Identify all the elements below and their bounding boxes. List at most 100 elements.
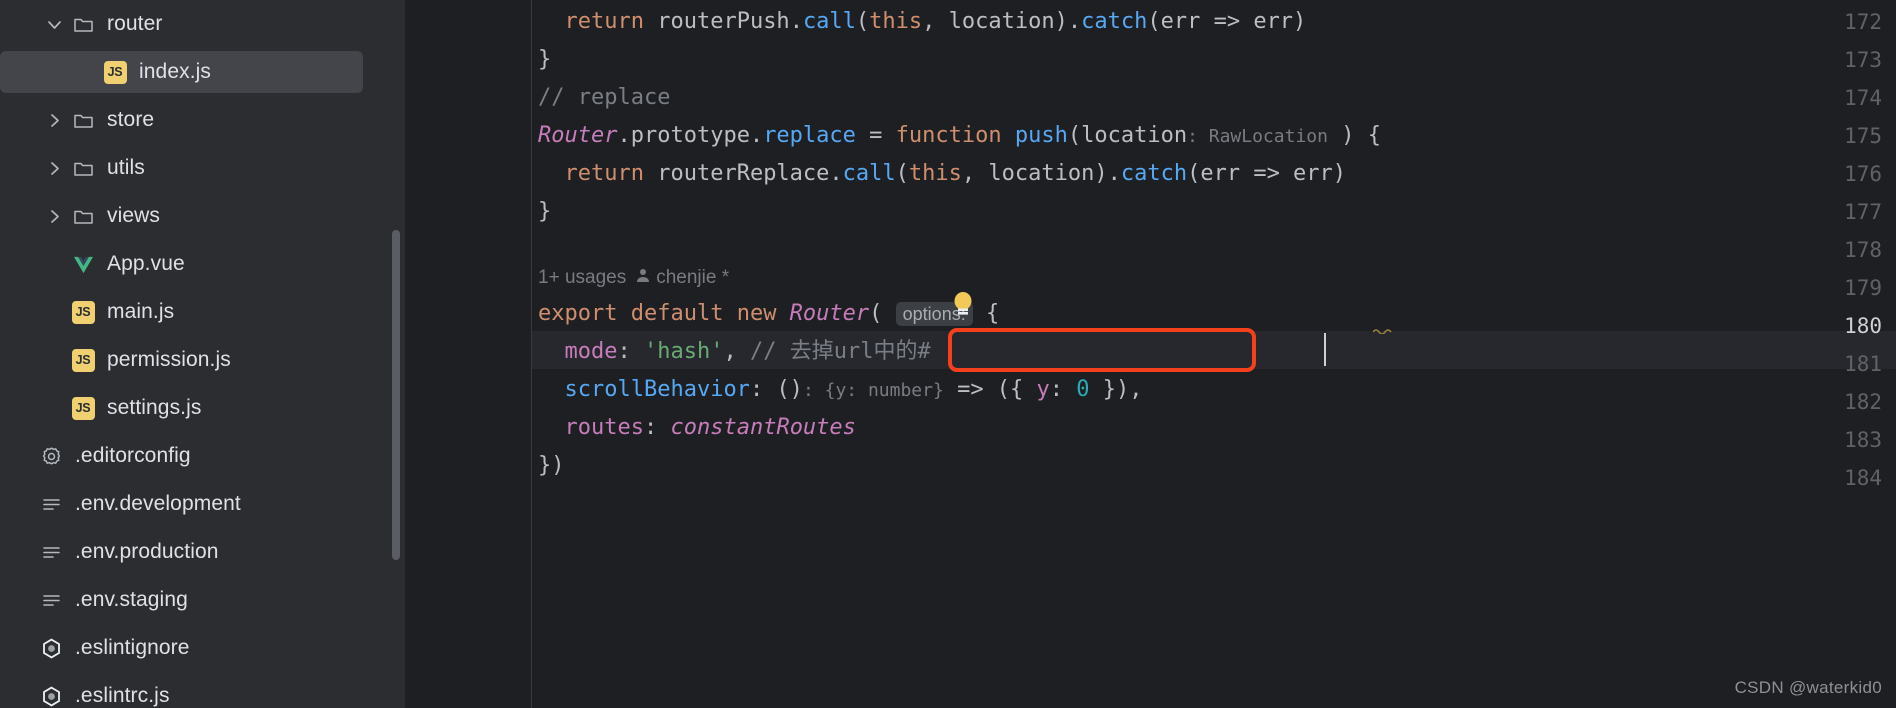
code-line-173[interactable]: } <box>531 41 551 79</box>
lightbulb-icon[interactable] <box>952 291 974 317</box>
sidebar-item-app-vue[interactable]: App.vue <box>0 240 405 288</box>
sidebar-item-label: router <box>107 12 163 35</box>
token-paren: ( <box>895 161 909 186</box>
js-file-icon: JS <box>100 57 130 87</box>
sidebar-item-router[interactable]: router <box>0 0 405 48</box>
sidebar-item-label: .editorconfig <box>75 444 191 467</box>
token-close: ) <box>1054 9 1068 34</box>
code-line-177[interactable]: } <box>531 193 551 231</box>
js-file-icon: JS <box>68 345 98 375</box>
token-comma: , <box>961 161 989 186</box>
token-chinese-comment: // 去掉url中的# <box>749 339 931 364</box>
sidebar-item-env-development[interactable]: .env.development <box>0 480 405 528</box>
token-colon: : <box>617 339 644 364</box>
token-zero: 0 <box>1076 377 1090 402</box>
code-line-175[interactable]: Router.prototype.replace = function push… <box>531 117 1381 155</box>
token-close-brace: }) <box>538 453 565 478</box>
token-identifier: routerReplace <box>643 161 830 186</box>
sidebar-item-editorconfig[interactable]: .editorconfig <box>0 432 405 480</box>
line-number-182[interactable]: 182 <box>1844 383 1882 421</box>
sidebar-item-label: .env.production <box>75 540 219 563</box>
sidebar-item-label: settings.js <box>107 396 202 419</box>
sidebar-item-views[interactable]: views <box>0 192 405 240</box>
token-paren: ( <box>869 301 883 326</box>
author-annotation[interactable]: chenjie * <box>635 262 729 294</box>
sidebar-item-label: utils <box>107 156 145 179</box>
eslint-icon <box>36 633 66 663</box>
project-file-tree[interactable]: router JS index.js store utils views App.vue JS… <box>0 0 405 708</box>
token-hash-string: 'hash' <box>643 339 724 364</box>
token-brace: { <box>972 301 1000 326</box>
chevron-right-icon[interactable] <box>40 154 68 182</box>
sidebar-item-label: .env.staging <box>75 588 188 611</box>
token-comma: , <box>723 339 750 364</box>
line-number-181[interactable]: 181 <box>1844 345 1882 383</box>
token-mode-key: mode <box>564 339 618 364</box>
sidebar-item-main-js[interactable]: JS main.js <box>0 288 405 336</box>
chevron-down-icon[interactable] <box>40 10 68 38</box>
code-line-179[interactable]: export default new Router( options: { <box>531 295 999 333</box>
token-call: call <box>842 161 896 186</box>
sidebar-scrollbar[interactable] <box>392 230 400 560</box>
token-identifier: routerPush <box>643 9 790 34</box>
eslint-icon <box>36 681 66 708</box>
sidebar-item-settings-js[interactable]: JS settings.js <box>0 384 405 432</box>
code-line-181[interactable]: scrollBehavior: (): {y: number} => ({ y:… <box>531 371 1143 409</box>
sidebar-item-label: views <box>107 204 161 227</box>
sidebar-item-eslintignore[interactable]: .eslintignore <box>0 624 405 672</box>
sidebar-item-store[interactable]: store <box>0 96 405 144</box>
sidebar-item-permission-js[interactable]: JS permission.js <box>0 336 405 384</box>
line-number-179[interactable]: 179 <box>1844 269 1882 307</box>
token-this: this <box>908 161 962 186</box>
line-number-gutter[interactable] <box>405 0 531 708</box>
sidebar-item-utils[interactable]: utils <box>0 144 405 192</box>
usages-count[interactable]: 1+ usages <box>538 262 626 294</box>
line-number-178[interactable]: 178 <box>1844 231 1882 269</box>
token-location: location <box>988 161 1095 186</box>
token-replace: replace <box>763 123 856 148</box>
sidebar-item-label: .eslintrc.js <box>75 684 170 707</box>
code-line-182[interactable]: routes: constantRoutes <box>531 409 856 447</box>
code-editor[interactable]: 172 173 174 175 176 177 178 179 180 181 182 183 184 … <box>405 0 1896 708</box>
line-number-183[interactable]: 183 <box>1844 421 1882 459</box>
token-this: this <box>869 9 923 34</box>
line-number-177[interactable]: 177 <box>1844 193 1882 231</box>
sidebar-item-eslintrc-js[interactable]: .eslintrc.js <box>0 672 405 708</box>
chevron-right-icon[interactable] <box>40 202 68 230</box>
code-vision-hint[interactable]: 1+ usages chenjie * <box>538 262 729 294</box>
sidebar-item-env-production[interactable]: .env.production <box>0 528 405 576</box>
sidebar-item-index-js[interactable]: JS index.js <box>0 48 405 96</box>
line-number-172[interactable]: 172 <box>1844 3 1882 41</box>
code-line-176[interactable]: return routerReplace.call(this, location… <box>531 155 1347 193</box>
text-cursor <box>1324 333 1326 366</box>
inline-type-hint-y: : {y: number} <box>802 380 944 401</box>
sidebar-item-label: permission.js <box>107 348 231 371</box>
line-number-180[interactable]: 180 <box>1844 307 1882 345</box>
line-number-173[interactable]: 173 <box>1844 41 1882 79</box>
line-number-184[interactable]: 184 <box>1844 459 1882 497</box>
line-number-174[interactable]: 174 <box>1844 79 1882 117</box>
code-line-183[interactable]: }) <box>531 447 565 485</box>
folder-icon <box>68 153 98 183</box>
token-brace: } <box>538 47 552 72</box>
sidebar-item-env-staging[interactable]: .env.staging <box>0 576 405 624</box>
token-tail: (err => err) <box>1147 9 1307 34</box>
sidebar-item-label: App.vue <box>107 252 185 275</box>
watermark: CSDN @waterkid0 <box>1734 678 1882 697</box>
token-push: push <box>1001 123 1068 148</box>
token-param: (location <box>1067 123 1188 148</box>
code-line-172[interactable]: return routerPush.call(this, location).c… <box>531 3 1307 41</box>
token-end: ) { <box>1327 123 1381 148</box>
code-line-180[interactable]: mode: 'hash', // 去掉url中的# <box>531 333 931 371</box>
token-default: default <box>617 301 724 326</box>
line-number-176[interactable]: 176 <box>1844 155 1882 193</box>
line-number-175[interactable]: 175 <box>1844 117 1882 155</box>
chevron-right-icon[interactable] <box>40 106 68 134</box>
folder-icon <box>68 201 98 231</box>
token-routes-key: routes <box>564 415 644 440</box>
code-line-174[interactable]: // replace <box>531 79 670 117</box>
token-constant-routes: constantRoutes <box>670 415 856 440</box>
text-lines-icon <box>36 585 66 615</box>
